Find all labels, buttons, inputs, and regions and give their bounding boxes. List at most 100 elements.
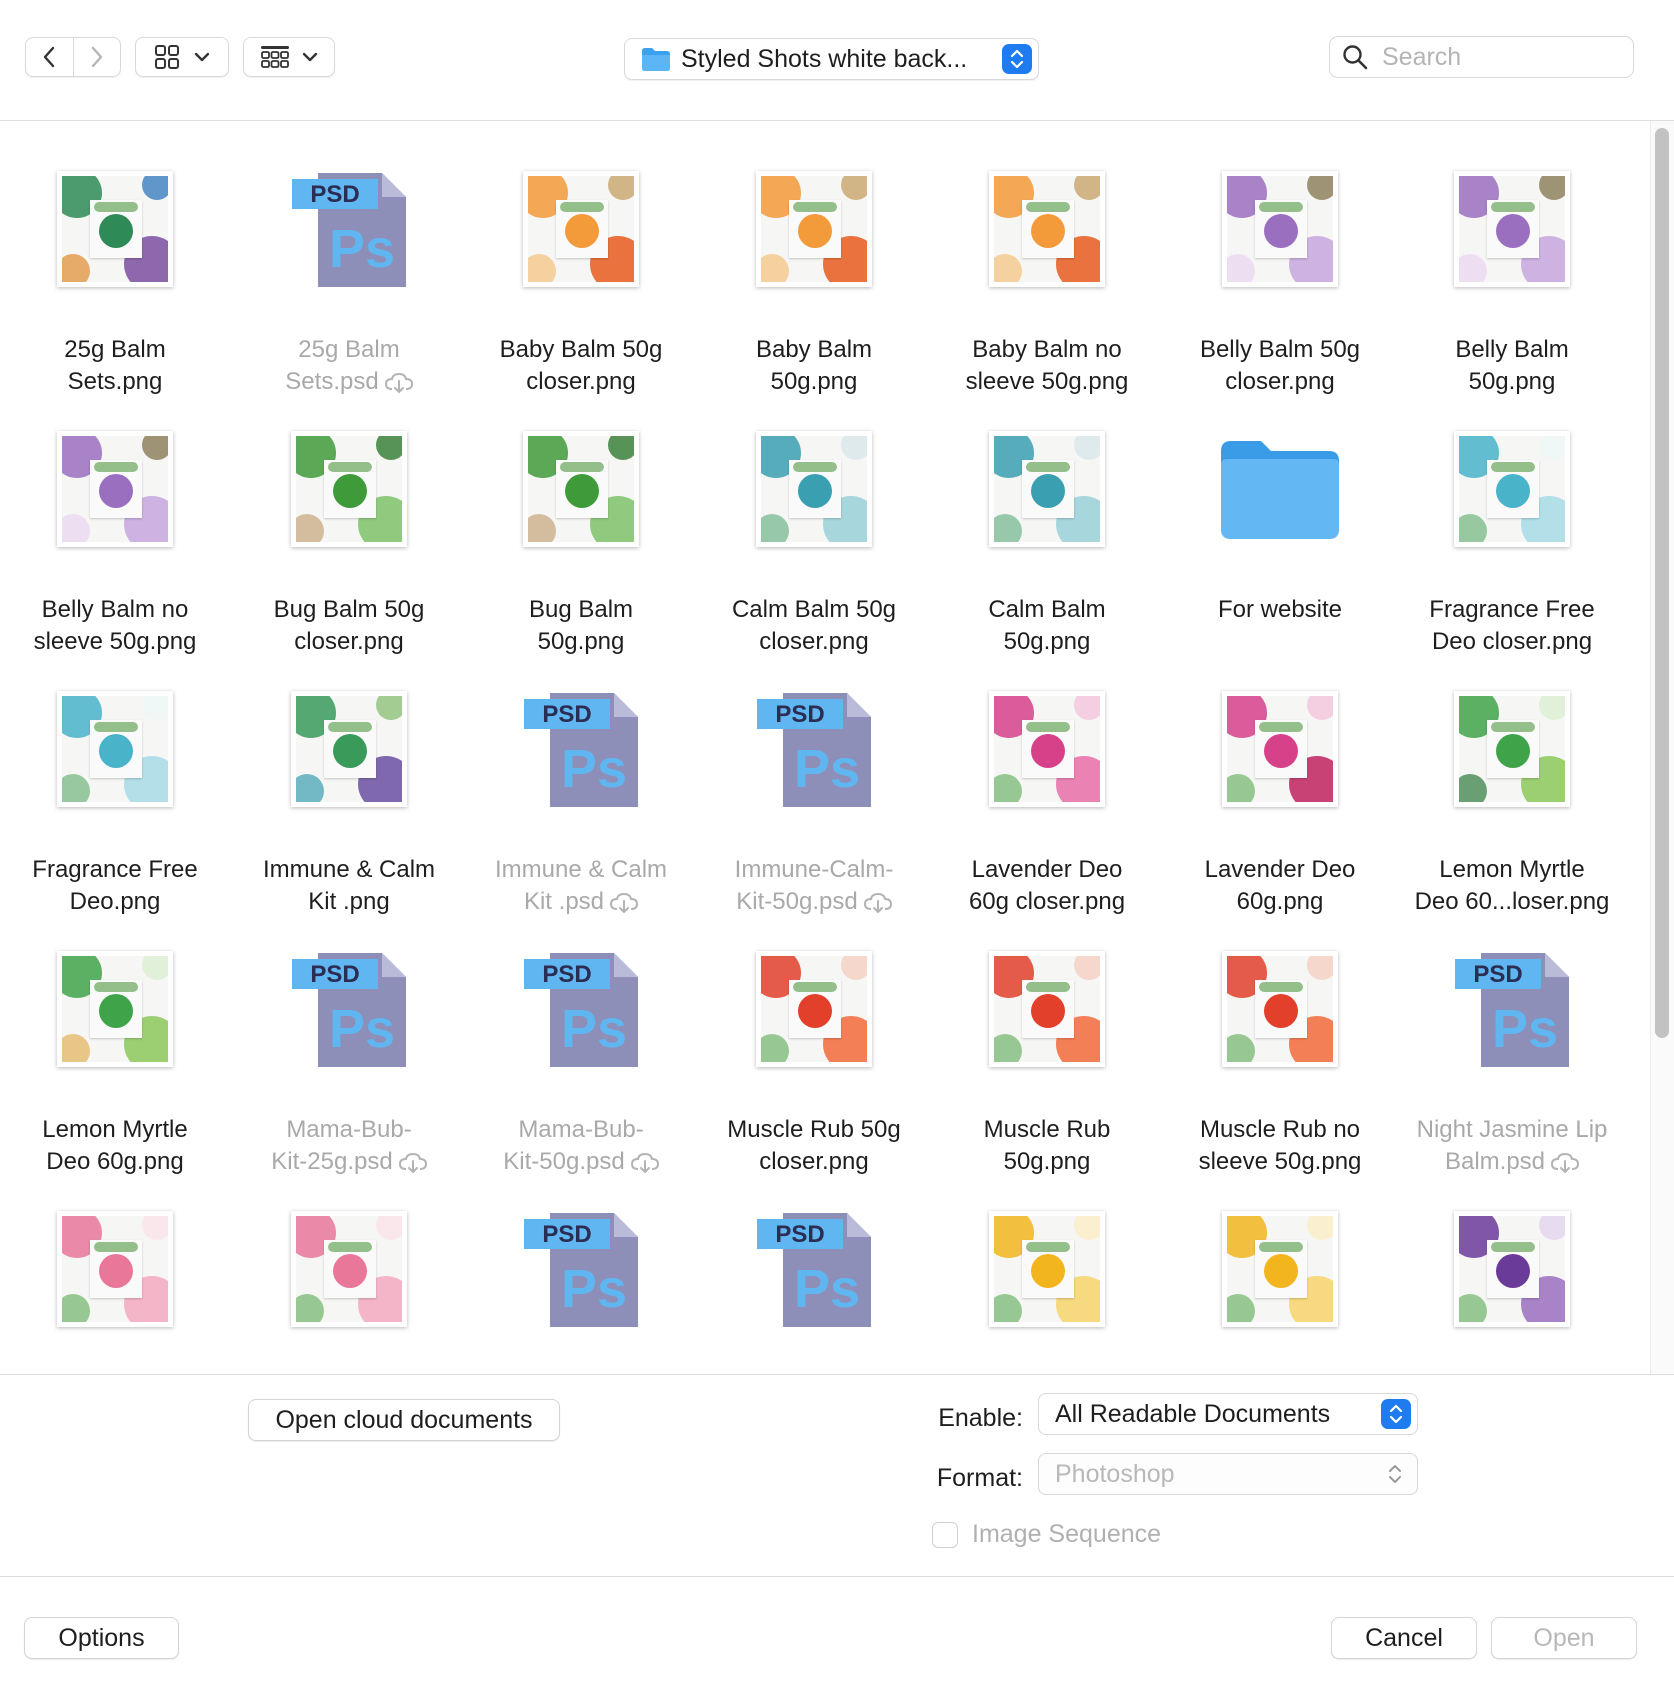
image-thumbnail xyxy=(523,431,639,547)
svg-text:Ps: Ps xyxy=(794,1259,860,1319)
cancel-button[interactable]: Cancel xyxy=(1331,1617,1477,1659)
file-icon-wrap xyxy=(1165,1204,1395,1334)
file-name-line-2-row: 50g.png xyxy=(1397,366,1627,398)
chevron-left-icon xyxy=(44,46,55,68)
file-name-line-1: Muscle Rub xyxy=(983,1116,1111,1143)
scrollbar-thumb[interactable] xyxy=(1655,128,1669,1038)
up-down-chevron-icon xyxy=(1010,49,1024,69)
file-name-line-2-row: 60g closer.png xyxy=(932,886,1162,918)
search-input[interactable] xyxy=(1380,41,1614,73)
file-name-line-2: 50g.png xyxy=(1003,1148,1091,1175)
folder-icon xyxy=(642,48,670,71)
open-button[interactable]: Open xyxy=(1491,1617,1637,1659)
file-icon-wrap: PSD Ps xyxy=(466,944,696,1074)
file-name-line-1: Muscle Rub no xyxy=(1199,1116,1361,1143)
file-name-line-2: closer.png xyxy=(759,1148,869,1175)
file-name-line-1: Lavender Deo xyxy=(971,856,1123,883)
image-thumbnail xyxy=(57,1211,173,1327)
file-name-line-2: sleeve 50g.png xyxy=(965,368,1129,395)
image-sequence-checkbox[interactable] xyxy=(932,1522,958,1548)
image-thumbnail xyxy=(291,691,407,807)
file-icon-wrap: PSD Ps xyxy=(234,944,464,1074)
image-thumbnail xyxy=(523,171,639,287)
file-icon-wrap xyxy=(932,424,1162,554)
file-icon-wrap xyxy=(932,164,1162,294)
file-name-line-1: 25g Balm xyxy=(64,336,166,363)
svg-text:Ps: Ps xyxy=(561,739,627,799)
file-name-label: Calm Balm 50g.png xyxy=(932,594,1162,658)
svg-text:Ps: Ps xyxy=(1492,999,1558,1059)
search-icon xyxy=(1343,45,1368,70)
location-stepper[interactable] xyxy=(1002,44,1032,74)
file-name-line-1: Night Jasmine Lip xyxy=(1416,1116,1608,1143)
file-name-line-2: Kit-50g.psd xyxy=(736,888,858,915)
image-thumbnail xyxy=(291,431,407,547)
up-down-chevron-icon xyxy=(1389,1465,1401,1483)
file-name-line-2-row: sleeve 50g.png xyxy=(1165,1146,1395,1178)
psd-file-icon: PSD Ps xyxy=(524,953,638,1067)
image-thumbnail xyxy=(1222,951,1338,1067)
location-popup[interactable]: Styled Shots white back... xyxy=(624,38,1039,80)
file-icon-wrap xyxy=(234,1204,464,1334)
file-name-line-1: Lavender Deo xyxy=(1204,856,1356,883)
file-name-label: Muscle Rub 50g closer.png xyxy=(699,1114,929,1178)
image-thumbnail xyxy=(1454,171,1570,287)
image-thumbnail xyxy=(989,171,1105,287)
psd-file-icon: PSD Ps xyxy=(757,1213,871,1327)
file-name-line-2-row: closer.png xyxy=(699,626,929,658)
enable-popup[interactable]: All Readable Documents xyxy=(1038,1393,1418,1435)
view-mode-button[interactable] xyxy=(135,37,229,77)
image-thumbnail xyxy=(1454,691,1570,807)
file-name-line-1: Bug Balm 50g xyxy=(273,596,425,623)
file-name-line-1: Lemon Myrtle xyxy=(42,1116,188,1143)
file-name-line-2-row: Kit .png xyxy=(234,886,464,918)
file-name-line-1: Belly Balm 50g xyxy=(1199,336,1361,363)
file-name-line-2-row: sleeve 50g.png xyxy=(0,626,230,658)
open-cloud-documents-button[interactable]: Open cloud documents xyxy=(248,1399,560,1441)
image-thumbnail xyxy=(57,691,173,807)
options-button[interactable]: Options xyxy=(24,1617,179,1659)
image-thumbnail xyxy=(1454,1211,1570,1327)
psd-file-icon: PSD Ps xyxy=(292,173,406,287)
psd-file-icon: PSD Ps xyxy=(757,693,871,807)
file-icon-wrap: PSD Ps xyxy=(466,684,696,814)
file-name-label: Immune & Calm Kit .psd xyxy=(466,854,696,918)
navigation-buttons xyxy=(25,37,121,77)
group-by-button[interactable] xyxy=(243,37,335,77)
file-name-label: Mama-Bub- Kit-50g.psd xyxy=(466,1114,696,1178)
svg-text:PSD: PSD xyxy=(775,701,824,728)
file-icon-wrap: PSD Ps xyxy=(234,164,464,294)
file-name-line-2-row: Kit-50g.psd xyxy=(699,886,929,918)
file-name-line-1: Mama-Bub- xyxy=(518,1116,644,1143)
file-name-line-2: Sets.png xyxy=(67,368,163,395)
file-name-line-2: 50g.png xyxy=(1468,368,1556,395)
enable-stepper[interactable] xyxy=(1381,1399,1411,1429)
image-thumbnail xyxy=(57,951,173,1067)
file-name-line-2: 50g.png xyxy=(537,628,625,655)
forward-button[interactable] xyxy=(74,38,121,76)
back-button[interactable] xyxy=(26,38,74,76)
file-name-line-2: 50g.png xyxy=(770,368,858,395)
file-icon-wrap xyxy=(699,164,929,294)
format-popup[interactable]: Photoshop xyxy=(1038,1453,1418,1495)
file-name-label: 25g Balm Sets.png xyxy=(0,334,230,398)
file-icon-wrap xyxy=(0,424,230,554)
file-icon-wrap xyxy=(0,684,230,814)
search-field[interactable] xyxy=(1329,36,1634,78)
image-thumbnail xyxy=(989,691,1105,807)
file-name-line-2-row: Deo.png xyxy=(0,886,230,918)
image-thumbnail xyxy=(1222,691,1338,807)
file-name-line-1: Fragrance Free xyxy=(1429,596,1595,623)
file-name-label: 25g Balm Sets.psd xyxy=(234,334,464,398)
file-name-line-2: Kit .psd xyxy=(523,888,605,915)
image-thumbnail xyxy=(756,171,872,287)
svg-text:PSD: PSD xyxy=(775,1221,824,1248)
svg-text:Ps: Ps xyxy=(794,739,860,799)
file-name-line-2-row: Deo closer.png xyxy=(1397,626,1627,658)
file-name-line-2: closer.png xyxy=(1225,368,1335,395)
cloud-download-icon xyxy=(630,1152,659,1173)
file-name-line-2: closer.png xyxy=(759,628,869,655)
file-name-label: Calm Balm 50g closer.png xyxy=(699,594,929,658)
file-name-label: Lavender Deo 60g.png xyxy=(1165,854,1395,918)
image-thumbnail xyxy=(1222,1211,1338,1327)
